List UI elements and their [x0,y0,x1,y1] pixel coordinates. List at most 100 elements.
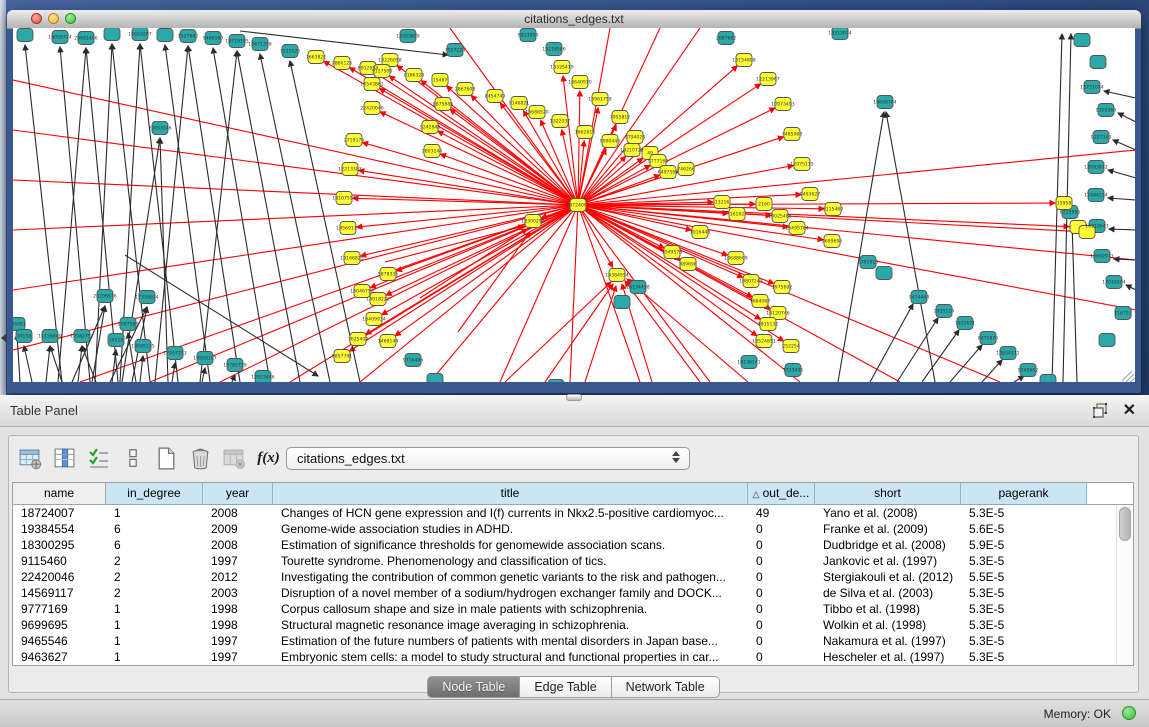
graph-node-label: 17016504 [1102,280,1125,286]
graph-node-label: 16162 [730,212,745,218]
sort-ascending-icon: △ [753,489,763,499]
graph-node-label: 7625402 [348,337,369,343]
table-cell: 0 [748,633,815,649]
graph-node-label: 9716485 [403,358,424,364]
zoom-window-icon[interactable] [65,13,76,24]
table-row[interactable]: 1872400712008Changes of HCN gene express… [13,505,1133,521]
node-table[interactable]: namein_degreeyeartitle△out_de...shortpag… [12,482,1134,666]
close-panel-icon[interactable]: ✕ [1123,400,1136,420]
table-scrollbar-thumb[interactable] [1119,507,1131,541]
column-header-year[interactable]: year [203,483,273,504]
column-header-outde[interactable]: △out_de... [748,483,815,504]
table-scrollbar[interactable] [1116,505,1132,665]
window-title: citations_edges.txt [7,10,1141,28]
graph-node[interactable] [548,380,564,383]
table-row[interactable]: 977716911998Corpus callosum shape and si… [13,601,1133,617]
new-column-button[interactable] [153,445,180,472]
function-builder-button[interactable]: f(x) [255,445,282,472]
collapse-arrow-icon[interactable] [1,334,6,342]
graph-node-label: 39159 [17,334,32,340]
graph-node[interactable] [876,267,892,280]
graph-node-label: 8875685 [433,102,454,108]
graph-node-label: 15692971 [1090,254,1113,260]
table-cell: 0 [748,537,815,553]
graph-node-label: 18807243 [739,279,762,285]
column-header-pagerank[interactable]: pagerank [961,483,1087,504]
network-table-select-value: citations_edges.txt [297,451,405,466]
graph-node-label: 8186328 [404,73,425,79]
left-panel-splitter[interactable] [0,0,6,395]
column-header-title[interactable]: title [273,483,748,504]
graph-node-label: 12093872 [1084,165,1107,171]
graph-node-label: 15958 [1057,201,1072,207]
table-row[interactable]: 969969511998Structural magnetic resonanc… [13,617,1133,633]
graph-node-label: 13226058 [378,58,401,64]
table-cell: 1 [106,505,203,521]
table-cell: 1 [106,617,203,633]
graph-node-label: 8471676 [978,336,999,342]
delete-table-button-disabled[interactable] [221,445,248,472]
table-row[interactable]: 1456911722003Disruption of a novel membe… [13,585,1133,601]
delete-column-button[interactable] [187,445,214,472]
table-header-row: namein_degreeyeartitle△out_de...shortpag… [13,483,1133,505]
graph-node-label: 7485063 [782,132,803,138]
splitter-grip[interactable] [566,394,582,401]
graph-node[interactable] [157,29,173,42]
table-cell: Investigating the contribution of common… [273,569,748,585]
graph-node-label: 9329366 [1096,108,1117,114]
graph-node-label: 9699695 [822,239,843,245]
table-cell: 9699695 [13,617,106,633]
table-cell: 5.3E-5 [961,649,1087,665]
tab-network-table[interactable]: Network Table [612,676,720,698]
table-settings-button[interactable] [17,445,44,472]
table-cell: 1997 [203,553,273,569]
network-window[interactable]: citations_edges.txt 18724007183002951405… [7,10,1141,393]
minimize-window-icon[interactable] [48,13,59,24]
table-row[interactable]: 946554611997Estimation of the future num… [13,633,1133,649]
table-cell: Yano et al. (2008) [815,505,961,521]
network-table-select[interactable]: citations_edges.txt [286,447,690,470]
table-panel-header[interactable]: Table Panel ✕ [0,395,1149,427]
graph-node[interactable] [614,296,630,309]
graph-node-label: 20206576 [93,294,116,300]
row-pair-icon [122,446,144,470]
graph-node-label: 15218586 [542,47,565,53]
graph-node[interactable] [104,28,120,41]
graph-node[interactable] [427,374,443,383]
table-row[interactable]: 1830029562008Estimation of significance … [13,537,1133,553]
fx-icon: f(x) [257,450,280,467]
table-row[interactable]: 946362711997Embryonic stem cells: a mode… [13,649,1133,665]
table-row[interactable]: 1938455462009Genome-wide association stu… [13,521,1133,537]
table-row[interactable]: 911546021997Tourette syndrome. Phenomeno… [13,553,1133,569]
network-svg: 1872400718300295140557242069140610653287… [13,28,1135,382]
tab-edge-table[interactable]: Edge Table [520,676,611,698]
network-canvas[interactable]: 1872400718300295140557242069140610653287… [13,28,1135,382]
table-cell: 0 [748,521,815,537]
row-height-button[interactable] [119,445,146,472]
show-column-button[interactable] [51,445,78,472]
table-cell: Structural magnetic resonance image aver… [273,617,748,633]
float-panel-icon[interactable] [1092,402,1109,419]
table-cell: 0 [748,553,815,569]
network-window-titlebar[interactable]: citations_edges.txt [7,10,1141,29]
graph-node-label: 1322037 [550,119,571,125]
graph-node[interactable] [1099,334,1115,347]
column-header-short[interactable]: short [815,483,961,504]
table-cell: 0 [748,585,815,601]
table-row[interactable]: 2242004622012Investigating the contribut… [13,569,1133,585]
graph-node[interactable] [1074,34,1090,47]
column-header-indegree[interactable]: in_degree [106,483,203,504]
graph-node[interactable] [1090,56,1106,69]
select-rows-button[interactable] [85,445,112,472]
graph-node-label: 18300295 [521,219,544,225]
graph-node-label: 1469144 [378,339,399,345]
graph-node-label: 1662615 [575,130,596,136]
close-window-icon[interactable] [31,13,42,24]
column-header-name[interactable]: name [13,483,106,504]
tab-node-table[interactable]: Node Table [427,676,520,698]
graph-node-label: 8813054 [518,33,539,39]
graph-node-label: 19384554 [605,273,628,279]
graph-node[interactable] [17,29,33,42]
graph-node-label: 9097588 [118,322,139,328]
graph-node[interactable] [1040,375,1056,383]
